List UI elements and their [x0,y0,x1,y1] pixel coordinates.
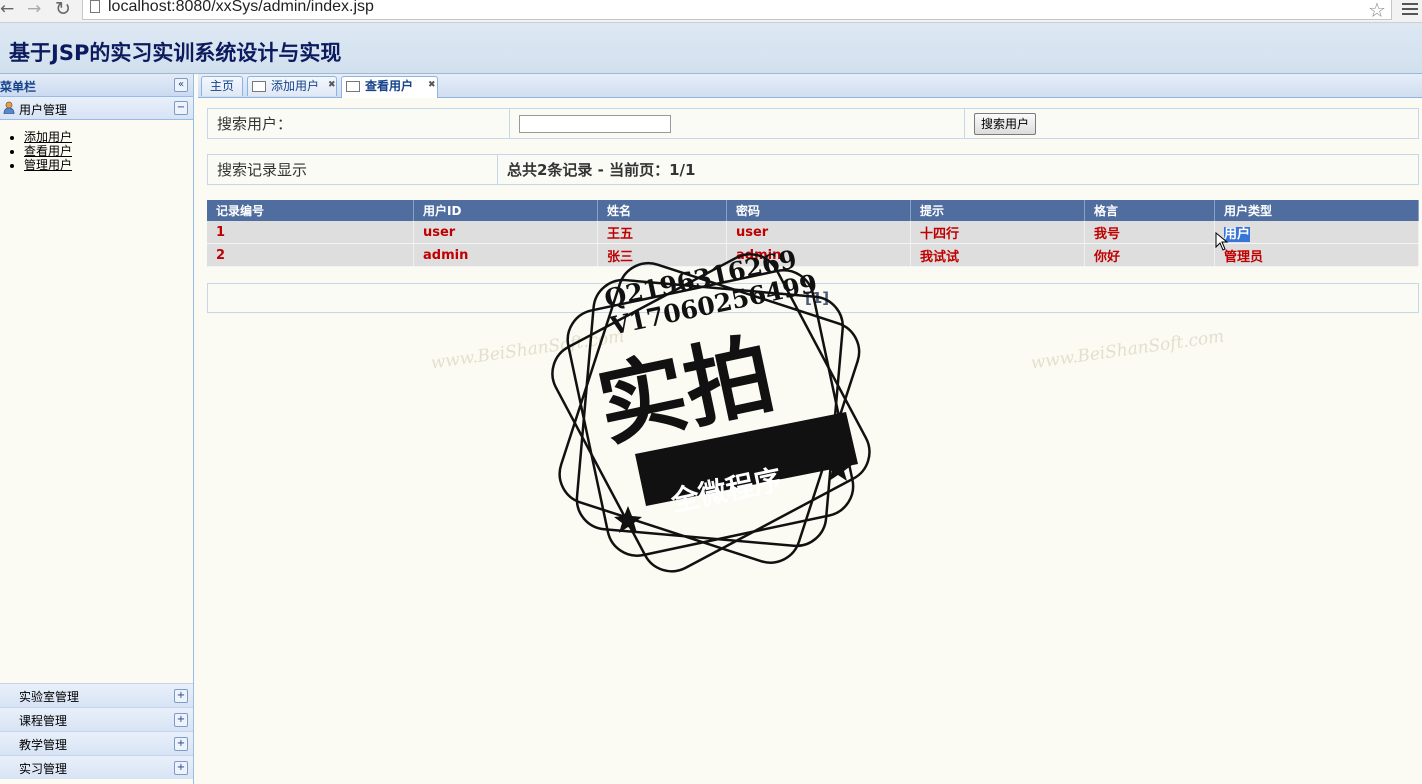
page-title: 基于JSP的实习实训系统设计与实现 [9,41,342,65]
pager: [1] [207,283,1419,313]
table-cell: 管理员 [1214,243,1419,267]
cursor-icon [1215,232,1229,251]
column-header: 格言 [1084,200,1215,221]
table-cell: user [726,221,911,244]
browser-toolbar: ← → ↻ localhost:8080/xxSys/admin/index.j… [0,0,1422,23]
close-icon[interactable]: ✖ [328,76,336,95]
column-header: 用户ID [413,200,598,221]
table-cell: 十四行 [910,221,1085,244]
view-users-link[interactable]: 查看用户 [24,144,72,158]
sidebar-section-lab-management[interactable]: 实验室管理 + [0,683,193,707]
main-panel: 主页 添加用户 ✖ 查看用户 ✖ 搜索用户： 搜索用户 搜索记录显示 总共2条记… [198,74,1422,784]
search-button-cell: 搜索用户 [964,108,1419,139]
close-icon[interactable]: ✖ [428,76,436,95]
tab-strip: 主页 添加用户 ✖ 查看用户 ✖ [198,74,1422,98]
table-cell: user [413,221,598,244]
sidebar-header: 菜单栏 « [0,74,193,97]
sidebar-section-teaching-management[interactable]: 教学管理 + [0,731,193,755]
sidebar-section-label: 实习管理 [19,762,68,776]
tab-label: 添加用户 [271,79,320,93]
table-cell: 1 [207,221,414,244]
column-header: 提示 [910,200,1085,221]
reload-icon[interactable]: ↻ [55,0,71,20]
table-cell: 你好 [1084,243,1215,267]
back-icon[interactable]: ← [0,0,14,20]
search-label: 搜索用户： [207,108,510,139]
table-cell: 我号 [1084,221,1215,244]
table-header-row: 记录编号 用户ID 姓名 密码 提示 格言 用户类型 [207,200,1419,221]
user-icon [3,101,15,114]
browser-menu-icon[interactable] [1402,3,1418,18]
column-header: 用户类型 [1214,200,1419,221]
page-icon [90,0,100,13]
address-bar[interactable]: localhost:8080/xxSys/admin/index.jsp [82,0,1392,20]
table-cell: 2 [207,243,414,267]
users-table: 记录编号 用户ID 姓名 密码 提示 格言 用户类型 1 user 王五 use… [207,200,1419,267]
forward-icon[interactable]: → [27,0,41,20]
tab-add-user[interactable]: 添加用户 ✖ [247,76,337,96]
column-header: 密码 [726,200,911,221]
bookmark-star-icon[interactable]: ☆ [1368,0,1386,22]
record-count-text: 总共2条记录 - 当前页：1/1 [497,154,1419,185]
page-link[interactable]: [1] [805,289,829,307]
search-form: 搜索用户： 搜索用户 [207,108,1419,139]
collapse-section-icon[interactable]: − [174,101,188,115]
sidebar-section-label: 教学管理 [19,738,68,752]
expand-section-icon[interactable]: + [174,761,188,775]
list-item: 管理用户 [24,158,193,172]
url-text: localhost:8080/xxSys/admin/index.jsp [108,0,374,15]
table-cell: admin [413,243,598,267]
content-area: 搜索用户： 搜索用户 搜索记录显示 总共2条记录 - 当前页：1/1 记录编号 [198,98,1422,784]
search-input[interactable] [519,114,671,133]
table-cell: admin [726,243,911,267]
list-item: 查看用户 [24,144,193,158]
user-management-links: 添加用户 查看用户 管理用户 [0,120,193,172]
expand-section-icon[interactable]: + [174,713,188,727]
table-row: 1 user 王五 user 十四行 我号 用户 [207,221,1419,244]
search-input-cell [509,108,965,139]
column-header: 姓名 [597,200,727,221]
table-row: 2 admin 张三 admin 我试试 你好 管理员 [207,243,1419,267]
tab-home[interactable]: 主页 [201,76,243,96]
tab-view-users[interactable]: 查看用户 ✖ [341,76,438,98]
manage-users-link[interactable]: 管理用户 [24,158,72,172]
sidebar-section-label: 实验室管理 [19,690,80,704]
page-icon [252,81,266,92]
table-cell: 张三 [597,243,727,267]
tab-label: 查看用户 [365,79,414,93]
list-item: 添加用户 [24,130,193,144]
sidebar-section-user-management[interactable]: 用户管理 − [0,97,193,120]
table-cell: 用户 [1214,221,1419,244]
column-header: 记录编号 [207,200,414,221]
sidebar-collapsed-sections: 实验室管理 + 课程管理 + 教学管理 + 实习管理 + [0,683,193,779]
sidebar-section-course-management[interactable]: 课程管理 + [0,707,193,731]
add-user-link[interactable]: 添加用户 [24,130,72,144]
expand-section-icon[interactable]: + [174,689,188,703]
sidebar-title: 菜单栏 [0,80,37,94]
app-header: 基于JSP的实习实训系统设计与实现 [0,23,1422,74]
summary-label: 搜索记录显示 [207,154,498,185]
sidebar-section-internship-management[interactable]: 实习管理 + [0,755,193,779]
sidebar-section-label: 课程管理 [19,714,68,728]
page-icon [346,81,360,92]
sidebar: 菜单栏 « 用户管理 − 添加用户 查看用户 管理用户 实验室管理 + 课程管理… [0,74,194,784]
table-cell: 我试试 [910,243,1085,267]
table-cell: 王五 [597,221,727,244]
tab-label: 主页 [209,79,234,93]
sidebar-section-label: 用户管理 [19,103,68,117]
search-button[interactable]: 搜索用户 [974,112,1037,135]
summary-bar: 搜索记录显示 总共2条记录 - 当前页：1/1 [207,154,1419,185]
expand-section-icon[interactable]: + [174,737,188,751]
collapse-sidebar-icon[interactable]: « [174,78,188,92]
